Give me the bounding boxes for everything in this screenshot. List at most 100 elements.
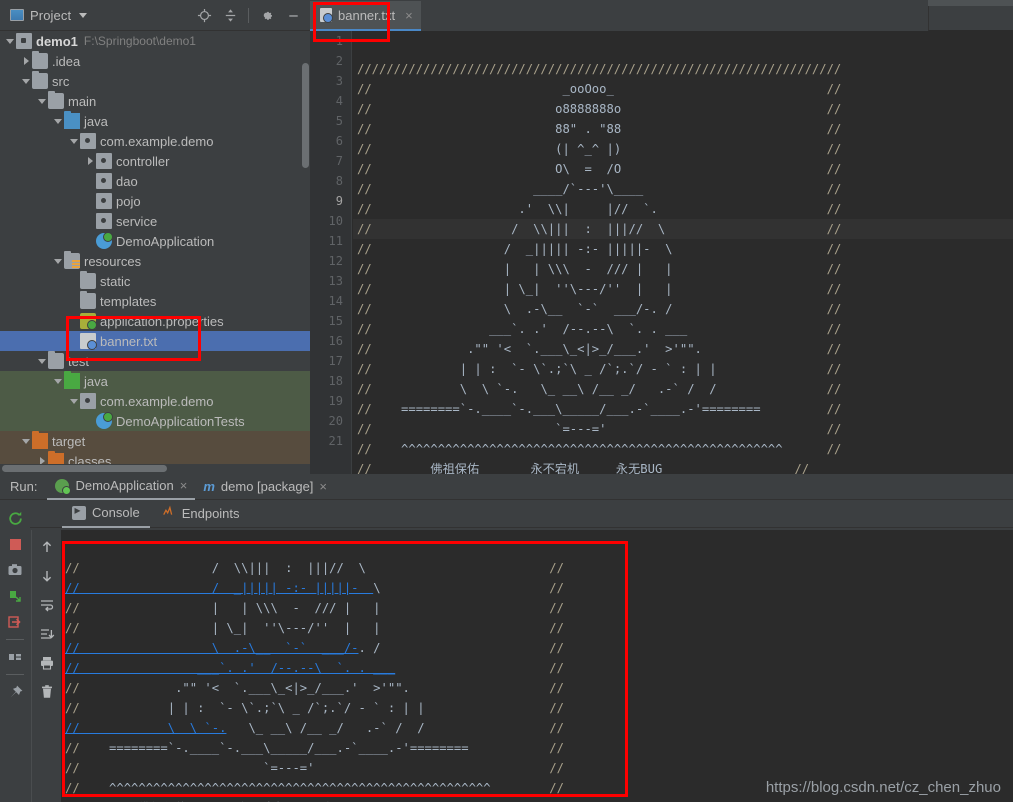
pin-icon[interactable] [3, 680, 27, 704]
print-icon[interactable] [35, 651, 59, 675]
tree-node-demoapplicationtests[interactable]: DemoApplicationTests [0, 411, 310, 431]
tree-node-target[interactable]: target [0, 431, 310, 451]
editor-line[interactable]: // ========`-.____`-.___\_____/___.-`___… [353, 399, 1013, 419]
locate-icon[interactable] [193, 4, 215, 26]
console-line[interactable]: // / _||||| -:- |||||- \ // [61, 578, 1013, 598]
console-output[interactable]: // / \\||| : |||// \ //// / _||||| -:- |… [61, 530, 1013, 802]
down-arrow-icon[interactable] [35, 564, 59, 588]
layout-icon[interactable] [3, 645, 27, 669]
chevron-down-icon[interactable] [4, 31, 16, 51]
tree-node-label: application.properties [100, 313, 224, 329]
thread-dump-icon[interactable] [3, 584, 27, 608]
editor-line[interactable]: // `=---=' // [353, 419, 1013, 439]
editor-line[interactable]: // / \\||| : |||// \ // [353, 219, 1013, 239]
rerun-icon[interactable] [3, 506, 27, 530]
tree-node-java[interactable]: java [0, 371, 310, 391]
editor-line[interactable]: // ^^^^^^^^^^^^^^^^^^^^^^^^^^^^^^^^^^^^^… [353, 439, 1013, 459]
tree-node-resources[interactable]: resources [0, 251, 310, 271]
editor-tab-banner-txt[interactable]: banner.txt × [310, 1, 421, 31]
tree-node-controller[interactable]: controller [0, 151, 310, 171]
minimize-icon[interactable] [282, 4, 304, 26]
close-icon[interactable]: × [319, 479, 327, 494]
scroll-to-end-icon[interactable] [35, 622, 59, 646]
editor-line[interactable]: // O\ = /O // [353, 159, 1013, 179]
tree-node-dao[interactable]: dao [0, 171, 310, 191]
tree-node-src[interactable]: src [0, 71, 310, 91]
collapse-all-icon[interactable] [219, 4, 241, 26]
chevron-right-icon[interactable] [84, 151, 96, 171]
console-line[interactable]: // ___`. .' /--.--\ `. . ___ // [61, 658, 1013, 678]
gear-icon[interactable] [256, 4, 278, 26]
screenshot-icon[interactable] [3, 558, 27, 582]
project-toolwindow-title-box[interactable]: Project [0, 8, 88, 23]
editor-line[interactable]: // | | : `- \`.;`\ _ /`;.`/ - ` : | | // [353, 359, 1013, 379]
subtab-console[interactable]: Console [62, 500, 150, 528]
editor-line[interactable]: // .' \\| |// `. // [353, 199, 1013, 219]
chevron-down-icon[interactable] [79, 12, 88, 18]
console-hyperlink[interactable]: // \ .-\__ `-` ___/- [65, 641, 359, 655]
editor-line[interactable]: // o8888888o // [353, 99, 1013, 119]
console-hyperlink[interactable]: // ___`. .' /--.--\ `. . ___ [65, 661, 395, 675]
stop-icon[interactable] [3, 532, 27, 556]
soft-wrap-icon[interactable] [35, 593, 59, 617]
run-tab-demoapplication[interactable]: DemoApplication × [47, 474, 196, 500]
gutter-line-number: 6 [335, 134, 343, 148]
tree-node-pojo[interactable]: pojo [0, 191, 310, 211]
chevron-down-icon[interactable] [36, 91, 48, 111]
chevron-down-icon[interactable] [52, 251, 64, 271]
tree-node-application-properties[interactable]: application.properties [0, 311, 310, 331]
chevron-down-icon[interactable] [20, 71, 32, 91]
run-tab-demo-package[interactable]: m demo [package] × [195, 474, 335, 500]
subtab-endpoints[interactable]: Endpoints [152, 500, 250, 528]
project-tree[interactable]: demo1 F:\Springboot\demo1 .idea src main java… [0, 31, 310, 474]
tree-node-demoapplication[interactable]: DemoApplication [0, 231, 310, 251]
exit-icon[interactable] [3, 610, 27, 634]
editor-line[interactable]: ////////////////////////////////////////… [353, 59, 1013, 79]
close-icon[interactable]: × [405, 8, 413, 23]
trash-icon[interactable] [35, 680, 59, 704]
tree-node-java[interactable]: java [0, 111, 310, 131]
editor-content[interactable]: ////////////////////////////////////////… [353, 31, 1013, 474]
editor-line[interactable]: // \ .-\__ `-` ___/-. / // [353, 299, 1013, 319]
tree-node--idea[interactable]: .idea [0, 51, 310, 71]
editor-line[interactable]: // (| ^_^ |) // [353, 139, 1013, 159]
editor-line[interactable]: // ."" '< `.___\_<|>_/___.' >'"". // [353, 339, 1013, 359]
editor-line[interactable]: // 佛祖保佑 永不宕机 永无BUG // [353, 459, 1013, 474]
chevron-down-icon[interactable] [68, 131, 80, 151]
editor-line[interactable]: // | | \\\ - /// | | // [353, 259, 1013, 279]
editor-line[interactable]: // ____/`---'\____ // [353, 179, 1013, 199]
tree-node-com-example-demo[interactable]: com.example.demo [0, 391, 310, 411]
tree-node-demo1[interactable]: demo1 F:\Springboot\demo1 [0, 31, 310, 51]
chevron-down-icon[interactable] [68, 391, 80, 411]
tree-node-service[interactable]: service [0, 211, 310, 231]
console-text: | | : `- \`.;`\ _ /`;.`/ - ` : | | [79, 701, 425, 715]
editor-gutter[interactable]: 1 2 3 4 5 6 7 8 9 10 11 12 13 14 15 16 17 18 19 20 21 [310, 31, 352, 474]
editor-line[interactable]: // 88" . "88 // [353, 119, 1013, 139]
chevron-down-icon[interactable] [52, 111, 64, 131]
console-line[interactable]: // \ \ `-. \_ __\ /__ _/ .-` / / // [61, 718, 1013, 738]
run-subtab-bar: Console Endpoints [0, 500, 1013, 528]
tree-node-test[interactable]: test [0, 351, 310, 371]
up-arrow-icon[interactable] [35, 535, 59, 559]
tree-node-static[interactable]: static [0, 271, 310, 291]
chevron-right-icon[interactable] [20, 51, 32, 71]
editor-line[interactable]: // _ooOoo_ // [353, 79, 1013, 99]
editor-line[interactable]: // \ \ `-. \_ __\ /__ _/ .-` / / // [353, 379, 1013, 399]
editor-line[interactable]: // | \_| ''\---/'' | | // [353, 279, 1013, 299]
tree-node-templates[interactable]: templates [0, 291, 310, 311]
editor-line[interactable]: // / _||||| -:- |||||- \ // [353, 239, 1013, 259]
chevron-down-icon[interactable] [20, 431, 32, 451]
console-line[interactable]: // \ .-\__ `-` ___/-. / // [61, 638, 1013, 658]
editor-line[interactable]: // ___`. .' /--.--\ `. . ___ // [353, 319, 1013, 339]
tree-horizontal-scrollbar[interactable] [2, 465, 167, 472]
tree-node-com-example-demo[interactable]: com.example.demo [0, 131, 310, 151]
tree-node-banner-txt[interactable]: banner.txt [0, 331, 310, 351]
tree-node-main[interactable]: main [0, 91, 310, 111]
close-icon[interactable]: × [180, 478, 188, 493]
chevron-down-icon[interactable] [36, 351, 48, 371]
console-hyperlink[interactable]: // / _||||| -:- |||||- [65, 581, 373, 595]
console-hyperlink[interactable]: // \ \ `-. [65, 721, 226, 735]
tree-vertical-scrollbar[interactable] [302, 63, 309, 168]
chevron-down-icon[interactable] [52, 371, 64, 391]
code-editor[interactable]: 1 2 3 4 5 6 7 8 9 10 11 12 13 14 15 16 17 18 19 20 21 //////… [310, 31, 1013, 474]
